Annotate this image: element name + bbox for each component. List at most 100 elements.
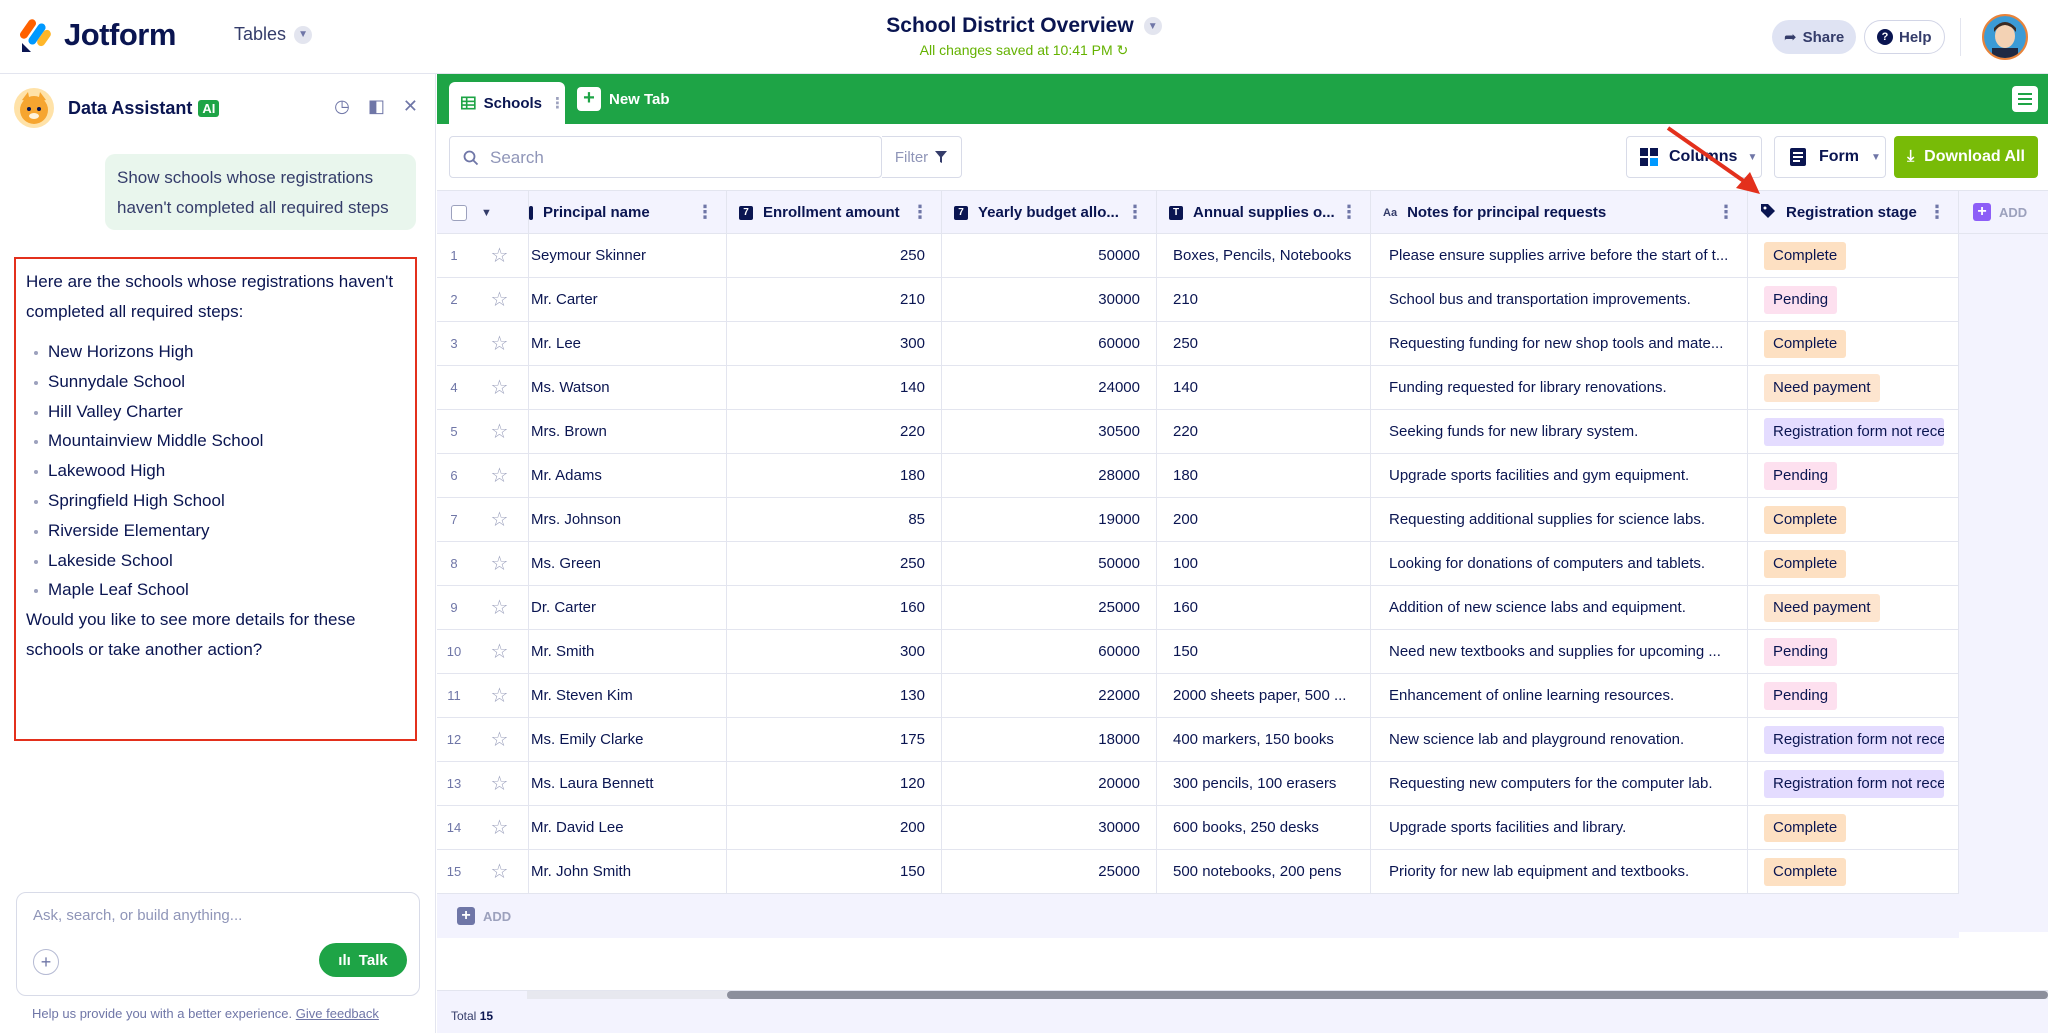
registration-stage-cell[interactable]: Need payment [1748,586,1959,629]
table-row[interactable]: 2 ☆ Mr. Carter 210 30000 210 School bus and tr… [437,278,1959,322]
enrollment-cell[interactable]: 175 [727,718,942,761]
table-row[interactable]: 12 ☆ Ms. Emily Clarke 175 18000 400 markers, … [437,718,1959,762]
principal-name-cell[interactable]: Mrs. Johnson [529,498,727,541]
column-menu-icon[interactable]: ⋮ [1340,203,1358,221]
registration-stage-cell[interactable]: Pending [1748,674,1959,717]
star-icon[interactable]: ☆ [471,234,529,277]
principal-name-cell[interactable]: Mrs. Brown [529,410,727,453]
star-icon[interactable]: ☆ [471,410,529,453]
table-row[interactable]: 8 ☆ Ms. Green 250 50000 100 Looking for donati… [437,542,1959,586]
enrollment-cell[interactable]: 300 [727,630,942,673]
star-icon[interactable]: ☆ [471,454,529,497]
enrollment-cell[interactable]: 85 [727,498,942,541]
supplies-cell[interactable]: 150 [1157,630,1371,673]
column-header-principal[interactable]: Principal name ⋮ [529,191,727,234]
column-menu-icon[interactable]: ⋮ [1717,203,1735,221]
table-row[interactable]: 7 ☆ Mrs. Johnson 85 19000 200 Requesting addit… [437,498,1959,542]
star-icon[interactable]: ☆ [471,498,529,541]
enrollment-cell[interactable]: 250 [727,234,942,277]
supplies-cell[interactable]: 2000 sheets paper, 500 ... [1157,674,1371,717]
notes-cell[interactable]: Enhancement of online learning resources… [1371,674,1748,717]
chevron-down-icon[interactable]: ▼ [481,207,492,219]
enrollment-cell[interactable]: 200 [727,806,942,849]
history-icon[interactable]: ◷ [334,96,350,117]
close-icon[interactable]: ✕ [403,96,418,117]
star-icon[interactable]: ☆ [471,762,529,805]
notes-cell[interactable]: Requesting funding for new shop tools an… [1371,322,1748,365]
table-row[interactable]: 9 ☆ Dr. Carter 160 25000 160 Addition of new s… [437,586,1959,630]
budget-cell[interactable]: 25000 [942,586,1157,629]
principal-name-cell[interactable]: Dr. Carter [529,586,727,629]
notes-cell[interactable]: Addition of new science labs and equipme… [1371,586,1748,629]
budget-cell[interactable]: 24000 [942,366,1157,409]
add-column-button[interactable]: + ADD [1973,203,2027,221]
search-input[interactable]: Search [449,136,882,178]
star-icon[interactable]: ☆ [471,542,529,585]
column-menu-icon[interactable]: ⋮ [1126,203,1144,221]
supplies-cell[interactable]: 210 [1157,278,1371,321]
chat-input-placeholder[interactable]: Ask, search, or build anything... [33,907,242,924]
enrollment-cell[interactable]: 130 [727,674,942,717]
notes-cell[interactable]: School bus and transportation improvemen… [1371,278,1748,321]
budget-cell[interactable]: 60000 [942,630,1157,673]
supplies-cell[interactable]: 220 [1157,410,1371,453]
notes-cell[interactable]: Priority for new lab equipment and textb… [1371,850,1748,893]
supplies-cell[interactable]: 300 pencils, 100 erasers [1157,762,1371,805]
notes-cell[interactable]: New science lab and playground renovatio… [1371,718,1748,761]
supplies-cell[interactable]: 500 notebooks, 200 pens [1157,850,1371,893]
principal-name-cell[interactable]: Ms. Emily Clarke [529,718,727,761]
budget-cell[interactable]: 30000 [942,278,1157,321]
tab-options-icon[interactable]: ⋮ [550,94,565,112]
principal-name-cell[interactable]: Seymour Skinner [529,234,727,277]
column-menu-icon[interactable]: ⋮ [911,203,929,221]
budget-cell[interactable]: 22000 [942,674,1157,717]
enrollment-cell[interactable]: 210 [727,278,942,321]
principal-name-cell[interactable]: Ms. Laura Bennett [529,762,727,805]
notes-cell[interactable]: Need new textbooks and supplies for upco… [1371,630,1748,673]
notes-cell[interactable]: Upgrade sports facilities and gym equipm… [1371,454,1748,497]
supplies-cell[interactable]: 160 [1157,586,1371,629]
principal-name-cell[interactable]: Mr. David Lee [529,806,727,849]
supplies-cell[interactable]: 180 [1157,454,1371,497]
budget-cell[interactable]: 50000 [942,542,1157,585]
give-feedback-link[interactable]: Give feedback [296,1006,379,1021]
column-menu-icon[interactable]: ⋮ [696,203,714,221]
supplies-cell[interactable]: 100 [1157,542,1371,585]
registration-stage-cell[interactable]: Complete [1748,498,1959,541]
registration-stage-cell[interactable]: Registration form not rece [1748,762,1959,805]
supplies-cell[interactable]: 250 [1157,322,1371,365]
help-button[interactable]: ? Help [1864,20,1945,54]
table-row[interactable]: 3 ☆ Mr. Lee 300 60000 250 Requesting funding f… [437,322,1959,366]
share-button[interactable]: ➦ Share [1772,20,1857,54]
supplies-cell[interactable]: Boxes, Pencils, Notebooks [1157,234,1371,277]
budget-cell[interactable]: 30500 [942,410,1157,453]
table-row[interactable]: 10 ☆ Mr. Smith 300 60000 150 Need new textbook… [437,630,1959,674]
enrollment-cell[interactable]: 220 [727,410,942,453]
star-icon[interactable]: ☆ [471,278,529,321]
principal-name-cell[interactable]: Ms. Watson [529,366,727,409]
table-row[interactable]: 6 ☆ Mr. Adams 180 28000 180 Upgrade sports fac… [437,454,1959,498]
talk-button[interactable]: ılı Talk [319,943,407,977]
table-row[interactable]: 1 ☆ Seymour Skinner 250 50000 Boxes, Pencils,… [437,234,1959,278]
enrollment-cell[interactable]: 150 [727,850,942,893]
table-row[interactable]: 5 ☆ Mrs. Brown 220 30500 220 Seeking funds for… [437,410,1959,454]
registration-stage-cell[interactable]: Complete [1748,234,1959,277]
budget-cell[interactable]: 60000 [942,322,1157,365]
star-icon[interactable]: ☆ [471,674,529,717]
principal-name-cell[interactable]: Mr. Steven Kim [529,674,727,717]
registration-stage-cell[interactable]: Complete [1748,850,1959,893]
table-row[interactable]: 4 ☆ Ms. Watson 140 24000 140 Funding requested… [437,366,1959,410]
budget-cell[interactable]: 50000 [942,234,1157,277]
registration-stage-cell[interactable]: Pending [1748,454,1959,497]
budget-cell[interactable]: 28000 [942,454,1157,497]
chevron-down-icon[interactable]: ▼ [1143,17,1162,35]
registration-stage-cell[interactable]: Need payment [1748,366,1959,409]
notes-cell[interactable]: Please ensure supplies arrive before the… [1371,234,1748,277]
registration-stage-cell[interactable]: Complete [1748,806,1959,849]
registration-stage-cell[interactable]: Registration form not rece [1748,718,1959,761]
download-all-button[interactable]: ⤓ Download All [1894,136,2038,178]
budget-cell[interactable]: 19000 [942,498,1157,541]
supplies-cell[interactable]: 400 markers, 150 books [1157,718,1371,761]
principal-name-cell[interactable]: Mr. Smith [529,630,727,673]
panel-toggle-icon[interactable]: ◧ [368,96,385,117]
